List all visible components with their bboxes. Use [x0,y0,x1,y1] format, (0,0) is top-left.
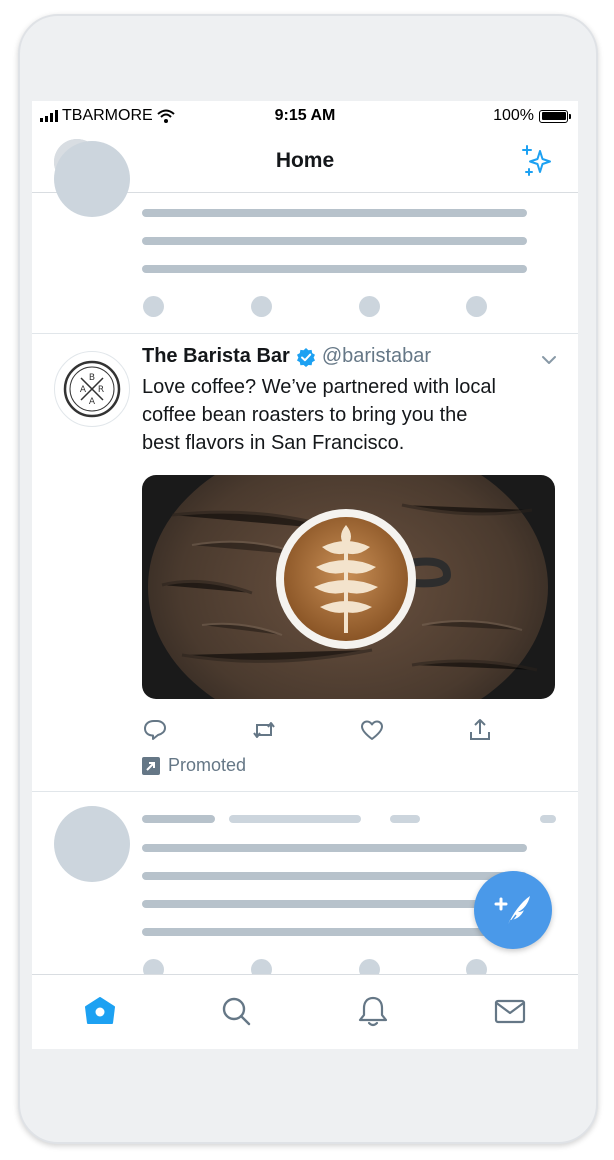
placeholder-action-dot [251,296,272,317]
like-icon[interactable] [359,717,385,743]
verified-badge-icon [296,347,315,367]
messages-icon[interactable] [492,993,528,1029]
tweet-text: Love coffee? We’ve partnered with local … [142,373,562,457]
tweet-divider [32,333,578,334]
barista-bar-logo: B A R A [63,360,121,418]
notifications-icon[interactable] [355,993,391,1029]
author-name[interactable]: The Barista Bar [142,345,290,368]
tweet-header: The Barista Bar @baristabar [142,345,431,368]
placeholder-action-dot [143,296,164,317]
logo-letter: R [98,385,104,395]
placeholder-line [142,815,215,823]
app-screen: TBARMORE 9:15 AM 100% Home B A R A The B… [32,101,578,1049]
author-handle[interactable]: @baristabar [322,345,431,368]
brand-avatar[interactable]: B A R A [54,351,130,427]
placeholder-line [142,844,527,852]
chevron-down-icon[interactable] [540,351,558,369]
placeholder-line [229,815,361,823]
compose-tweet-button[interactable] [474,871,552,949]
placeholder-line [390,815,420,823]
placeholder-line [142,237,527,245]
placeholder-avatar [54,141,130,217]
home-icon[interactable] [82,993,118,1029]
placeholder-line [142,872,527,880]
battery-icon [539,109,571,123]
promoted-label: Promoted [142,755,246,776]
placeholder-line [540,815,556,823]
placeholder-line [142,265,527,273]
placeholder-line [142,209,527,217]
compose-tweet-icon [494,896,530,928]
logo-letter: A [89,397,96,407]
sparkle-icon[interactable] [520,143,556,179]
logo-letter: A [80,385,87,395]
placeholder-action-dot [359,296,380,317]
promoted-text: Promoted [168,755,247,775]
share-icon[interactable] [467,717,493,743]
logo-letter: B [89,373,95,383]
bottom-tab-bar [32,974,578,1049]
tweet-text-line: Love coffee? We’ve partnered with local [142,376,496,398]
battery-info: 100% [493,107,571,125]
tweet-image[interactable] [142,475,555,699]
placeholder-line [142,900,527,908]
battery-percent: 100% [493,107,534,124]
placeholder-line [142,928,527,936]
status-bar: TBARMORE 9:15 AM 100% [32,101,578,133]
reply-icon[interactable] [142,717,168,743]
placeholder-avatar [54,806,130,882]
latte-art-photo [142,475,555,699]
tweet-divider [32,791,578,792]
retweet-icon[interactable] [251,717,277,743]
tweet-text-line: coffee bean roasters to bring you the [142,404,468,426]
placeholder-action-dot [466,296,487,317]
promoted-icon [142,756,160,775]
tweet-text-line: best flavors in San Francisco. [142,432,405,454]
search-icon[interactable] [218,993,254,1029]
